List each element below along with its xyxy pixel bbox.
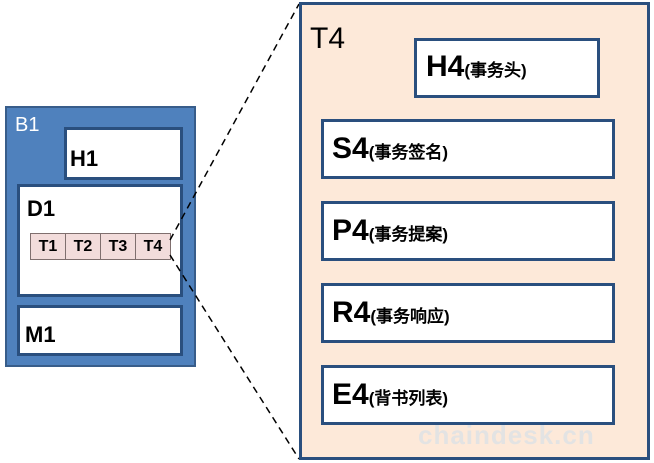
item-e4-box: E4(背书列表) <box>321 365 615 425</box>
item-e4-code: E4 <box>332 378 369 411</box>
item-s4-label: S4(事务签名) <box>332 134 448 164</box>
watermark-text: chaindesk.cn <box>418 420 595 450</box>
item-h4-label: H4(事务头) <box>426 52 527 82</box>
item-h4-code: H4 <box>426 50 465 83</box>
item-s4-code: S4 <box>332 132 369 165</box>
item-p4-desc: (事务提案) <box>368 225 449 244</box>
item-p4-code: P4 <box>332 214 369 247</box>
item-r4-box: R4(事务响应) <box>321 283 615 343</box>
item-e4-label: E4(背书列表) <box>332 380 448 410</box>
item-p4-label: P4(事务提案) <box>332 216 448 246</box>
item-s4-box: S4(事务签名) <box>321 119 615 179</box>
item-s4-desc: (事务签名) <box>368 143 449 162</box>
item-r4-label: R4(事务响应) <box>332 298 450 328</box>
item-e4-desc: (背书列表) <box>368 389 449 408</box>
item-p4-box: P4(事务提案) <box>321 201 615 261</box>
item-r4-code: R4 <box>332 296 371 329</box>
item-h4-box: H4(事务头) <box>414 38 600 98</box>
item-r4-desc: (事务响应) <box>370 307 450 326</box>
t4-detail-title: T4 <box>310 22 346 55</box>
item-h4-desc: (事务头) <box>464 61 527 80</box>
zoom-line-top <box>169 3 300 241</box>
zoom-line-bottom <box>169 254 300 460</box>
